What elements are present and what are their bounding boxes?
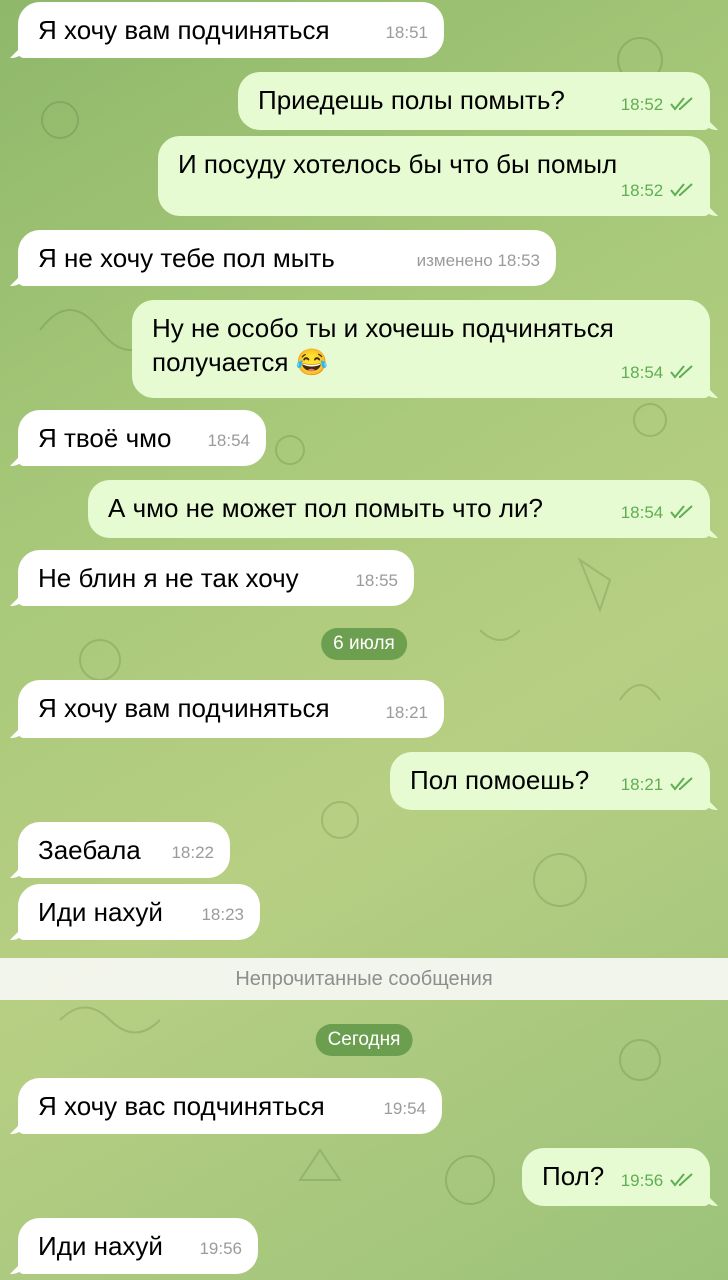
message-time: 18:21 xyxy=(385,703,428,722)
message-time: 19:56 xyxy=(199,1239,242,1258)
message-time: 18:51 xyxy=(385,23,428,42)
message-text: Не блин я не так хочу xyxy=(38,563,299,593)
message-text: Я хочу вам подчиняться xyxy=(38,15,330,45)
message-time: 18:55 xyxy=(355,571,398,590)
date-separator: 6 июля xyxy=(321,628,407,660)
message-incoming[interactable]: Иди нахуй 18:23 xyxy=(18,884,260,940)
double-check-icon xyxy=(670,97,693,111)
message-incoming[interactable]: Я хочу вам подчиняться 18:51 xyxy=(18,2,444,58)
message-text: А чмо не может пол помыть что ли? xyxy=(108,493,544,523)
message-time: 18:22 xyxy=(171,843,214,862)
message-incoming[interactable]: Я хочу вам подчиняться 18:21 xyxy=(18,680,444,738)
message-time: изменено 18:53 xyxy=(416,251,540,270)
message-text: Приедешь полы помыть? xyxy=(258,85,565,115)
message-incoming[interactable]: Заебала 18:22 xyxy=(18,822,230,878)
double-check-icon xyxy=(670,505,693,519)
chat-area[interactable]: Я хочу вам подчиняться 18:51 Приедешь по… xyxy=(0,0,728,1280)
message-text: Я не хочу тебе пол мыть xyxy=(38,243,335,273)
message-outgoing[interactable]: Ну не особо ты и хочешь подчиняться полу… xyxy=(132,300,710,398)
message-time: 19:56 xyxy=(620,1171,664,1190)
message-text: Пол помоешь? xyxy=(410,765,590,795)
message-time: 18:52 xyxy=(620,181,664,200)
message-incoming[interactable]: Я твоё чмо 18:54 xyxy=(18,410,266,466)
message-text: Иди нахуй xyxy=(38,897,163,927)
message-text: Пол? xyxy=(542,1161,605,1191)
message-text: Иди нахуй xyxy=(38,1231,163,1261)
message-outgoing[interactable]: Пол? 19:56 xyxy=(522,1148,710,1206)
message-text: Я твоё чмо xyxy=(38,423,172,453)
message-time: 18:54 xyxy=(620,503,664,522)
message-time: 18:52 xyxy=(620,95,664,114)
message-incoming[interactable]: Иди нахуй 19:56 xyxy=(18,1218,258,1274)
message-text: И посуду хотелось бы что бы помыл xyxy=(178,149,618,179)
double-check-icon xyxy=(670,365,693,379)
message-outgoing[interactable]: Пол помоешь? 18:21 xyxy=(390,752,710,810)
date-separator: Сегодня xyxy=(315,1024,413,1056)
message-text: Я хочу вам подчиняться xyxy=(38,693,330,723)
message-time: 18:23 xyxy=(201,905,244,924)
message-incoming[interactable]: Я не хочу тебе пол мыть изменено 18:53 xyxy=(18,230,556,286)
double-check-icon xyxy=(670,183,693,197)
message-time: 19:54 xyxy=(383,1099,426,1118)
message-text: Я хочу вас подчиняться xyxy=(38,1091,325,1121)
double-check-icon xyxy=(670,777,693,791)
message-time: 18:54 xyxy=(207,431,250,450)
message-text: Заебала xyxy=(38,835,141,865)
double-check-icon xyxy=(670,1173,693,1187)
unread-messages-divider: Непрочитанные сообщения xyxy=(0,958,728,1000)
message-incoming[interactable]: Не блин я не так хочу 18:55 xyxy=(18,550,414,606)
message-text-line-2: получается 😂 xyxy=(152,347,329,377)
message-time: 18:54 xyxy=(620,363,664,382)
message-outgoing[interactable]: И посуду хотелось бы что бы помыл 18:52 xyxy=(158,136,710,216)
message-time: 18:21 xyxy=(620,775,664,794)
message-incoming[interactable]: Я хочу вас подчиняться 19:54 xyxy=(18,1078,442,1134)
message-text-line-1: Ну не особо ты и хочешь подчиняться xyxy=(152,313,614,343)
message-outgoing[interactable]: Приедешь полы помыть? 18:52 xyxy=(238,72,710,130)
message-outgoing[interactable]: А чмо не может пол помыть что ли? 18:54 xyxy=(88,480,710,538)
